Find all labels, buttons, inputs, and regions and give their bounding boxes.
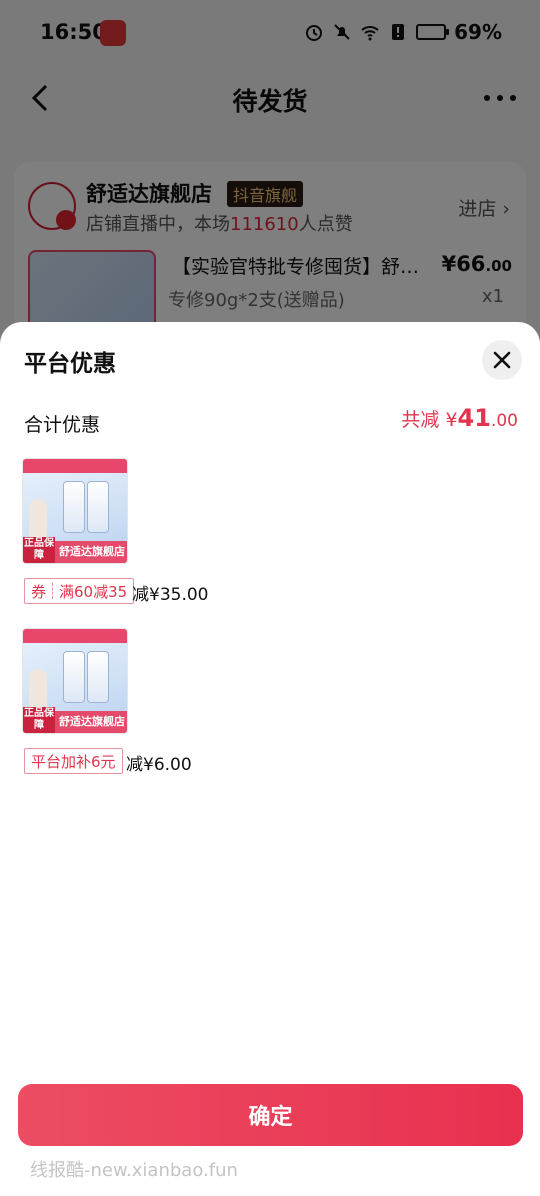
subsidy-text: 平台加补6元 xyxy=(31,752,116,771)
toothpaste-tube xyxy=(63,481,85,533)
toothpaste-tube xyxy=(63,651,85,703)
total-discount-value: 共减 ¥41.00 xyxy=(401,404,518,432)
sheet-title: 平台优惠 xyxy=(24,351,116,377)
platform-subsidy-tag: 平台加补6元 xyxy=(24,748,123,774)
product-thumbnail[interactable]: 正品保障 舒适达旗舰店 xyxy=(22,458,128,564)
thumb-shop-name: 舒适达旗舰店 xyxy=(59,545,125,558)
watermark: 线报酷-new.xianbao.fun xyxy=(30,1160,238,1181)
authentic-badge: 正品保障 xyxy=(23,707,55,733)
product-thumbnail[interactable]: 正品保障 舒适达旗舰店 xyxy=(22,628,128,734)
total-discount-label: 合计优惠 xyxy=(24,414,101,436)
coupon-tag: 券 满60减35 xyxy=(24,578,135,604)
toothpaste-tube xyxy=(87,651,109,703)
authentic-badge: 正品保障 xyxy=(23,537,55,563)
confirm-button[interactable]: 确定 xyxy=(18,1084,523,1146)
close-icon xyxy=(493,351,511,369)
close-button[interactable] xyxy=(482,340,522,380)
reduce-amount: 减¥35.00 xyxy=(132,585,209,605)
reduce-amount: 减¥6.00 xyxy=(126,755,192,775)
coupon-kind: 券 xyxy=(31,582,47,601)
toothpaste-tube xyxy=(87,481,109,533)
model-figure xyxy=(29,499,47,537)
platform-discount-sheet: 平台优惠 合计优惠 共减 ¥41.00 正品保障 舒适达旗舰店 券 满60减35… xyxy=(0,322,540,1196)
model-figure xyxy=(29,669,47,707)
thumb-shop-name: 舒适达旗舰店 xyxy=(59,715,125,728)
coupon-text: 满60减35 xyxy=(59,582,128,601)
